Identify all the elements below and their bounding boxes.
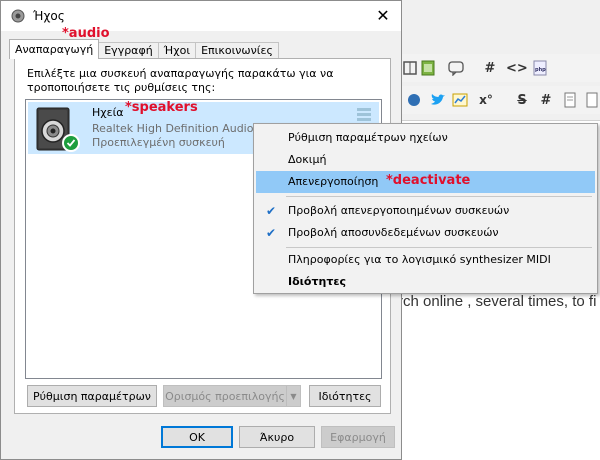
menu-item-label: Ρύθμιση παραμέτρων ηχείων: [288, 131, 448, 144]
annotation-speakers: *speakers: [125, 100, 198, 115]
menu-item-show-disconnected[interactable]: ✔ Προβολή αποσυνδεδεμένων συσκευών: [256, 222, 595, 244]
hash-icon-2[interactable]: #: [538, 91, 554, 109]
menu-item-midi-info[interactable]: Πληροφορίες για το λογισμικό synthesizer…: [256, 249, 595, 271]
menu-separator: [286, 247, 592, 248]
grid-icon[interactable]: [402, 59, 418, 77]
circle-icon[interactable]: [406, 91, 422, 109]
check-icon: ✔: [266, 204, 277, 218]
checkmark-icon: [62, 134, 80, 152]
properties-button[interactable]: Ιδιότητες: [309, 385, 381, 407]
instructions-text: Επιλέξτε μια συσκευή αναπαραγωγής παρακά…: [27, 67, 334, 94]
menu-separator: [286, 196, 592, 197]
menu-item-configure-speakers[interactable]: Ρύθμιση παραμέτρων ηχείων: [256, 127, 595, 149]
menu-item-test[interactable]: Δοκιμή: [256, 149, 595, 171]
editor-toolbar-1: # <> php: [400, 54, 600, 82]
twitter-icon[interactable]: [430, 91, 446, 109]
menu-item-label: Απενεργοποίηση: [288, 175, 379, 188]
tab-communications[interactable]: Επικοινωνίες: [195, 42, 279, 59]
chevron-down-icon[interactable]: ▼: [286, 386, 300, 406]
tab-bar: Αναπαραγωγή Εγγραφή Ήχοι Επικοινωνίες: [9, 39, 279, 59]
php-icon[interactable]: php: [532, 59, 548, 77]
check-icon: ✔: [266, 226, 277, 240]
ok-button[interactable]: OK: [161, 426, 233, 448]
device-name: Ηχεία: [92, 106, 124, 119]
menu-item-show-disabled[interactable]: ✔ Προβολή απενεργοποιημένων συσκευών: [256, 200, 595, 222]
set-default-button[interactable]: Ορισμός προεπιλογής ▼: [163, 385, 301, 407]
editor-toolbar-2: x° S #: [400, 86, 600, 114]
chart-icon[interactable]: [452, 91, 468, 109]
menu-item-label: Πληροφορίες για το λογισμικό synthesizer…: [288, 253, 551, 266]
superscript-icon[interactable]: x°: [478, 91, 494, 109]
strikethrough-icon[interactable]: S: [514, 91, 530, 109]
set-default-label: Ορισμός προεπιλογής: [165, 389, 285, 403]
configure-button[interactable]: Ρύθμιση παραμέτρων: [27, 385, 157, 407]
apply-button[interactable]: Εφαρμογή: [321, 426, 395, 448]
window-title: Ήχος: [33, 9, 65, 23]
tab-sounds[interactable]: Ήχοι: [157, 42, 197, 59]
menu-item-label: Ιδιότητες: [288, 275, 347, 288]
menu-item-label: Δοκιμή: [288, 153, 327, 166]
editor-text-fragment: rch online , several times, to fi: [398, 293, 597, 310]
comment-icon[interactable]: [448, 59, 464, 77]
svg-text:php: php: [535, 67, 546, 73]
annotation-deactivate: *deactivate: [386, 173, 471, 188]
title-bar[interactable]: Ήχος ✕: [1, 1, 401, 31]
cancel-button[interactable]: Άκυρο: [239, 426, 315, 448]
device-driver: Realtek High Definition Audio: [92, 122, 254, 135]
device-status: Προεπιλεγμένη συσκευή: [92, 136, 225, 149]
close-button[interactable]: ✕: [375, 6, 391, 25]
menu-item-label: Προβολή απενεργοποιημένων συσκευών: [288, 204, 510, 217]
menu-item-label: Προβολή αποσυνδεδεμένων συσκευών: [288, 226, 499, 239]
document-icon-2[interactable]: [584, 91, 600, 109]
speaker-small-icon: [11, 9, 25, 23]
annotation-audio: *audio: [62, 26, 110, 41]
document-icon[interactable]: [562, 91, 578, 109]
film-icon[interactable]: [420, 59, 436, 77]
tab-recording[interactable]: Εγγραφή: [98, 42, 159, 59]
context-menu: Ρύθμιση παραμέτρων ηχείων Δοκιμή Απενεργ…: [253, 123, 598, 294]
tab-playback[interactable]: Αναπαραγωγή: [9, 39, 100, 59]
hash-icon[interactable]: #: [482, 59, 498, 77]
menu-item-properties[interactable]: Ιδιότητες: [256, 271, 595, 293]
code-icon[interactable]: <>: [506, 59, 528, 77]
